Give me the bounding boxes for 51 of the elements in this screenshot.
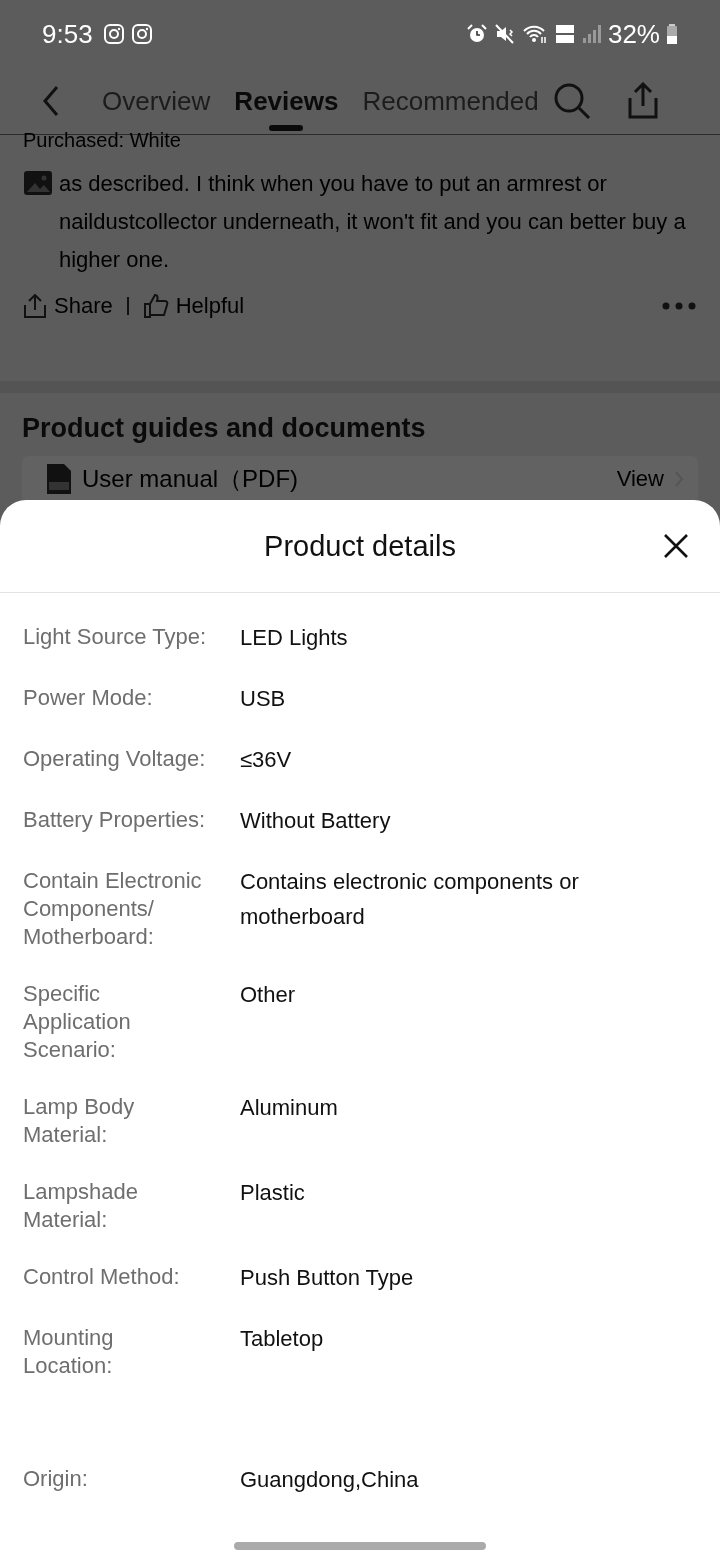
- battery-percent: 32%: [607, 18, 660, 50]
- detail-label: Light Source Type:: [23, 623, 208, 651]
- detail-label: Power Mode:: [23, 684, 154, 712]
- purchased-variant: Purchased: White: [23, 129, 182, 151]
- detail-value: Guangdong,China: [240, 1466, 420, 1494]
- search-icon[interactable]: [552, 81, 592, 121]
- image-icon: [23, 170, 53, 196]
- detail-label: Operating Voltage:: [23, 745, 207, 773]
- detail-value: Plastic: [240, 1179, 306, 1207]
- detail-value: LED Lights: [240, 624, 349, 652]
- pdf-file-icon: [46, 463, 72, 495]
- detail-value: USB: [240, 685, 287, 713]
- alarm-icon: [465, 23, 488, 45]
- detail-label: Lampshade Material:: [23, 1178, 139, 1234]
- view-link[interactable]: View: [616, 466, 664, 492]
- share-icon[interactable]: [626, 82, 660, 120]
- detail-value: ≤36V: [240, 746, 293, 774]
- detail-value: Push Button Type: [240, 1264, 415, 1292]
- clock-time: 9:53: [42, 18, 93, 50]
- tab[interactable]: Recommended: [362, 71, 539, 131]
- thumbs-up-icon: [142, 293, 169, 319]
- section-title: Product guides and documents: [22, 413, 427, 444]
- tab[interactable]: Reviews: [234, 71, 339, 131]
- signal-icon: [581, 23, 602, 45]
- detail-label: Specific Application Scenario:: [23, 980, 132, 1064]
- close-icon[interactable]: [663, 533, 689, 559]
- detail-value: Aluminum: [240, 1094, 339, 1122]
- detail-value: Tabletop: [240, 1325, 325, 1353]
- sheet-title: Product details: [264, 529, 456, 563]
- battery-icon: [666, 23, 678, 45]
- detail-value: Without Battery: [240, 807, 392, 835]
- detail-label: Mounting Location:: [23, 1324, 115, 1380]
- review-text: as described. I think when you have to put an armrest or naildustcollector underneath, it won't fit and you can better buy a higher one.: [59, 170, 687, 274]
- detail-label: Battery Properties:: [23, 806, 207, 834]
- camera-app-icon: [102, 23, 125, 45]
- detail-label: Origin:: [23, 1465, 89, 1493]
- share-icon: [23, 294, 47, 318]
- document-row[interactable]: User manual（PDF) View: [22, 456, 698, 502]
- detail-label: Control Method:: [23, 1263, 181, 1291]
- mute-icon: [493, 23, 516, 45]
- wifi-icon: [521, 23, 548, 45]
- detail-label: Lamp Body Material:: [23, 1093, 136, 1149]
- more-icon[interactable]: [661, 301, 697, 311]
- share-button[interactable]: Share: [23, 293, 113, 319]
- detail-value: Other: [240, 981, 297, 1009]
- tab[interactable]: Overview: [102, 71, 211, 131]
- detail-value: Contains electronic components or motherboard: [240, 868, 580, 931]
- detail-label: Contain Electronic Components/ Motherboard:: [23, 867, 203, 951]
- document-name: User manual（PDF): [82, 464, 299, 494]
- helpful-button[interactable]: Helpful: [142, 293, 245, 319]
- camera-app-icon: [130, 23, 153, 45]
